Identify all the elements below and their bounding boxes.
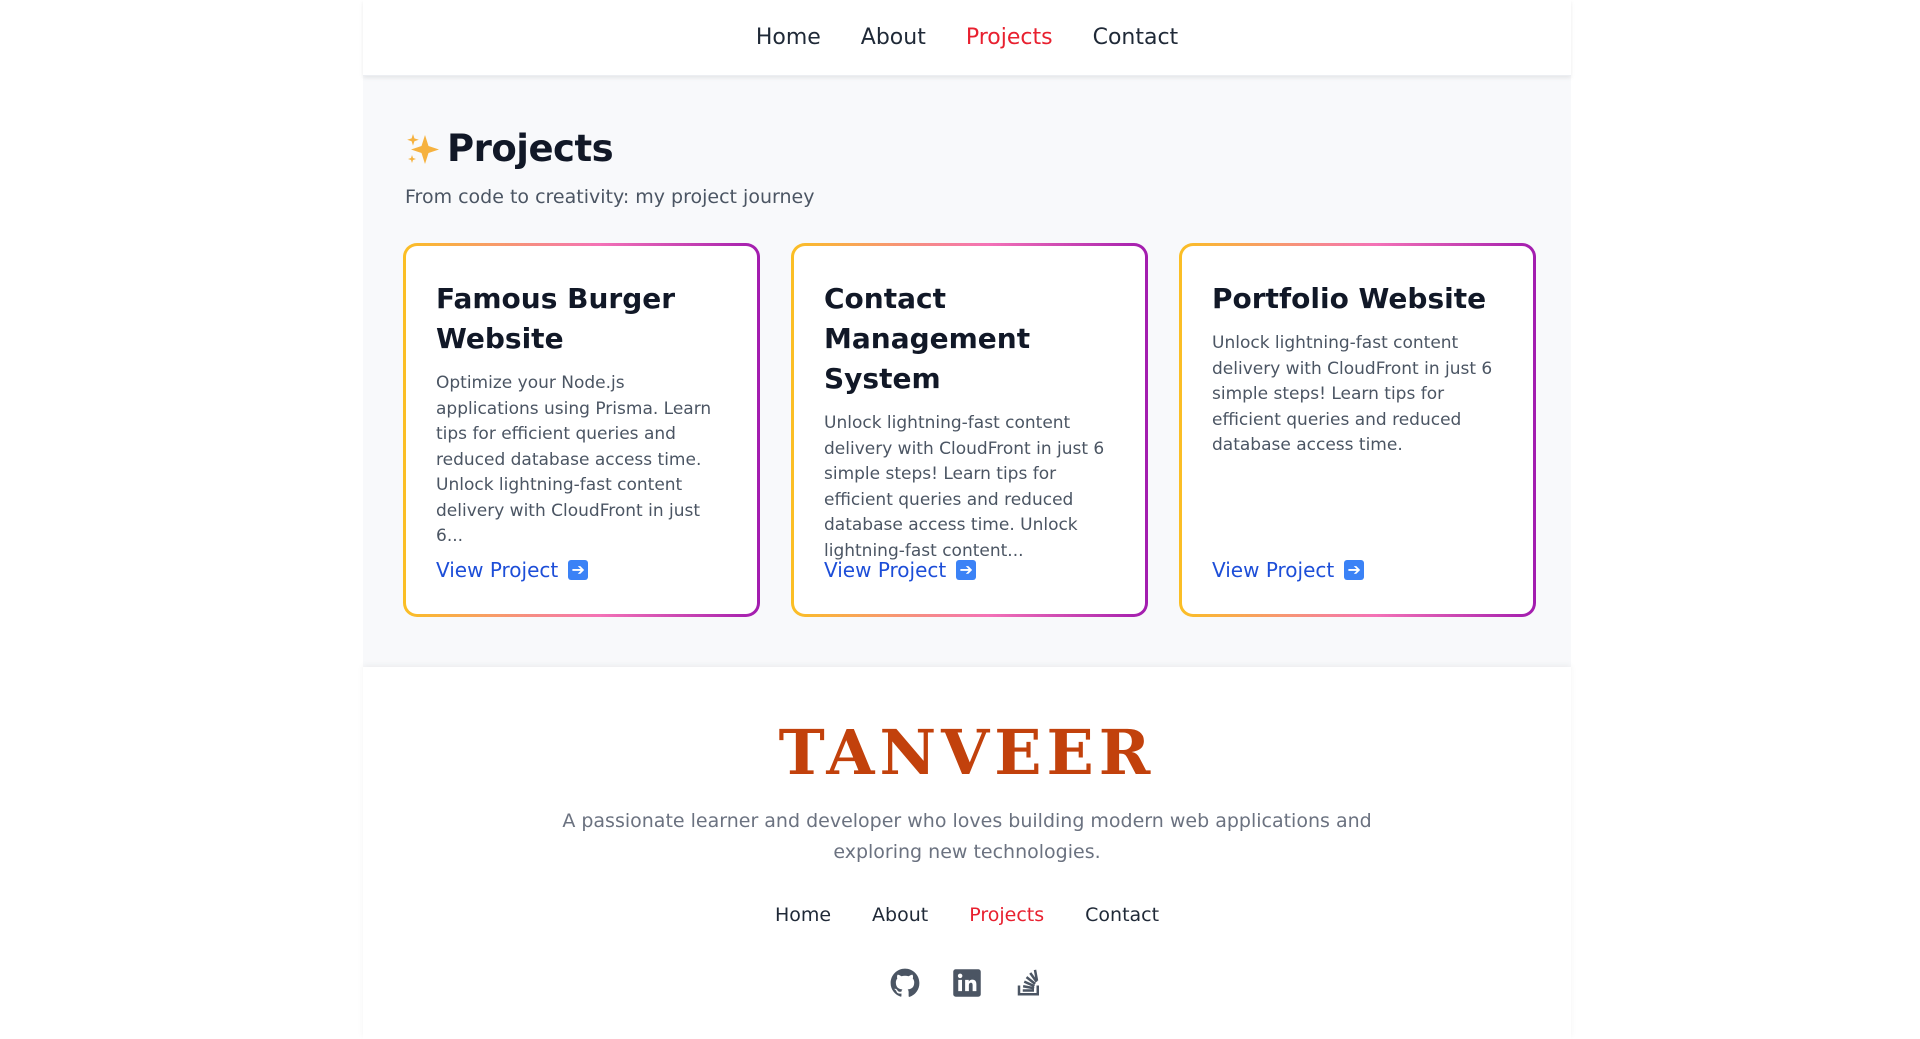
stackoverflow-icon[interactable] <box>1014 968 1044 998</box>
page-subtitle: From code to creativity: my project jour… <box>405 186 815 208</box>
footer-tagline: A passionate learner and developer who l… <box>562 810 1372 863</box>
footer-brand: TANVEER <box>778 716 1156 789</box>
footer-nav-about-link[interactable]: About <box>872 904 928 926</box>
project-card-title: Portfolio Website <box>1212 282 1487 315</box>
project-cards: Famous Burger Website Optimize your Node… <box>403 243 1536 617</box>
arrow-right-icon: ➔ <box>1344 560 1365 580</box>
page-title: Projects <box>447 127 614 170</box>
sparkles-icon <box>405 131 441 167</box>
project-card-description: Unlock lightning-fast content delivery w… <box>1212 333 1493 455</box>
top-navbar: Home About Projects Contact <box>363 0 1571 76</box>
arrow-right-icon: ➔ <box>568 560 589 580</box>
nav-contact-link[interactable]: Contact <box>1093 25 1179 50</box>
footer-nav-contact-link[interactable]: Contact <box>1085 904 1159 926</box>
project-card: Portfolio Website Unlock lightning-fast … <box>1179 243 1536 617</box>
project-card-description: Optimize your Node.js applications using… <box>436 373 712 546</box>
project-card-title: Famous Burger Website <box>436 282 676 355</box>
footer-nav-projects-link[interactable]: Projects <box>969 904 1044 926</box>
footer-nav: Home About Projects Contact <box>363 904 1571 926</box>
nav-home-link[interactable]: Home <box>756 25 821 50</box>
project-card: Famous Burger Website Optimize your Node… <box>403 243 760 617</box>
social-links <box>363 968 1571 998</box>
nav-projects-link[interactable]: Projects <box>966 25 1053 50</box>
linkedin-icon[interactable] <box>952 968 982 998</box>
footer: TANVEER A passionate learner and develop… <box>363 667 1571 1039</box>
footer-nav-home-link[interactable]: Home <box>775 904 831 926</box>
view-project-label: View Project <box>824 558 947 582</box>
project-card-title: Contact Management System <box>824 282 1031 395</box>
page: Home About Projects Contact Projects Fro… <box>363 0 1571 1039</box>
projects-heading: Projects <box>405 127 614 170</box>
nav-about-link[interactable]: About <box>861 25 926 50</box>
github-icon[interactable] <box>890 968 920 998</box>
view-project-link[interactable]: View Project ➔ <box>1212 558 1365 582</box>
project-card-description: Unlock lightning-fast content delivery w… <box>824 413 1105 561</box>
arrow-right-icon: ➔ <box>956 560 977 580</box>
view-project-link[interactable]: View Project ➔ <box>824 558 977 582</box>
view-project-link[interactable]: View Project ➔ <box>436 558 589 582</box>
view-project-label: View Project <box>1212 558 1335 582</box>
view-project-label: View Project <box>436 558 559 582</box>
project-card: Contact Management System Unlock lightni… <box>791 243 1148 617</box>
projects-section: Projects From code to creativity: my pro… <box>363 76 1571 667</box>
